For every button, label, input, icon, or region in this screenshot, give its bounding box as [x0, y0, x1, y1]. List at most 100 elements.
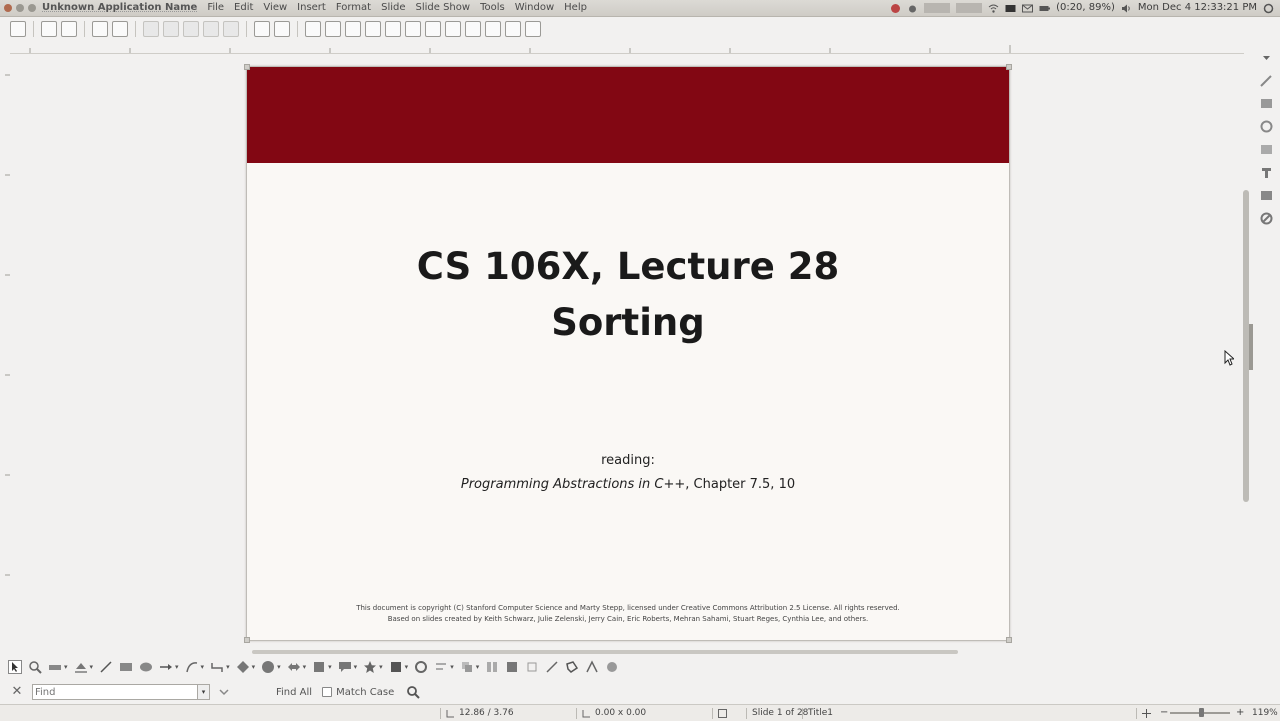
dropdown-arrow-icon[interactable]: ▾ [354, 663, 358, 671]
fill-color-icon[interactable] [74, 660, 88, 674]
dropdown-arrow-icon[interactable]: ▾ [90, 663, 94, 671]
menu-slide-show[interactable]: Slide Show [416, 0, 471, 16]
animation-icon[interactable] [1259, 119, 1274, 134]
arrow-line-icon[interactable] [159, 660, 173, 674]
window-controls[interactable] [4, 4, 36, 12]
menu-edit[interactable]: Edit [234, 0, 253, 16]
fit-slide-icon[interactable] [1142, 709, 1151, 718]
resize-handle[interactable] [244, 64, 250, 70]
close-window-icon[interactable] [4, 4, 12, 12]
block-arrows-icon[interactable] [287, 660, 301, 674]
paw-icon[interactable] [907, 3, 918, 14]
menu-slide[interactable]: Slide [381, 0, 405, 16]
grid-icon[interactable] [305, 21, 321, 37]
curve-tool-icon[interactable] [185, 660, 199, 674]
minimize-window-icon[interactable] [16, 4, 24, 12]
slide-show-icon[interactable] [525, 21, 541, 37]
line-tool-icon[interactable] [99, 660, 113, 674]
connector-icon[interactable] [210, 660, 224, 674]
dropdown-arrow-icon[interactable]: ▾ [252, 663, 256, 671]
align-icon[interactable] [434, 660, 448, 674]
tray-indicator-2[interactable] [956, 3, 983, 13]
sidebar-deck-handle[interactable] [1249, 324, 1253, 370]
new-document-icon[interactable] [10, 21, 26, 37]
distribute-icon[interactable] [485, 660, 499, 674]
3d-objects-icon[interactable] [389, 660, 403, 674]
dropdown-arrow-icon[interactable]: ▾ [277, 663, 281, 671]
gallery-icon[interactable] [1259, 188, 1274, 203]
find-replace-dialog-icon[interactable] [406, 685, 420, 699]
dropdown-arrow-icon[interactable]: ▾ [328, 663, 332, 671]
shadow-icon[interactable] [505, 660, 519, 674]
tray-indicator-1[interactable] [924, 3, 951, 13]
menu-file[interactable]: File [207, 0, 224, 16]
record-icon[interactable] [890, 3, 901, 14]
media-icon[interactable] [425, 21, 441, 37]
basic-shapes-icon[interactable] [236, 660, 250, 674]
zoom-in-icon[interactable]: + [1236, 705, 1244, 721]
toggle-point-edit-icon[interactable] [545, 660, 559, 674]
print-icon[interactable] [112, 21, 128, 37]
dropdown-arrow-icon[interactable]: ▾ [303, 663, 307, 671]
record-icon-toolbar[interactable] [445, 21, 461, 37]
find-replace-icon[interactable] [254, 21, 270, 37]
slide-title[interactable]: CS 106X, Lecture 28 Sorting [247, 239, 1009, 351]
redo-icon[interactable] [223, 21, 239, 37]
fontwork-icon[interactable] [585, 660, 599, 674]
dropdown-arrow-icon[interactable]: ▾ [64, 663, 68, 671]
sidebar-menu-icon[interactable] [1259, 50, 1274, 65]
find-next-icon[interactable] [218, 686, 230, 698]
paste-icon[interactable] [183, 21, 199, 37]
resize-handle[interactable] [1006, 64, 1012, 70]
menu-format[interactable]: Format [336, 0, 371, 16]
edit-file-icon[interactable] [92, 21, 108, 37]
hyperlink-icon[interactable] [505, 21, 521, 37]
horizontal-scrollbar[interactable] [252, 650, 958, 654]
menu-tools[interactable]: Tools [480, 0, 505, 16]
volume-icon[interactable] [1121, 3, 1132, 14]
polygon-points-icon[interactable] [565, 660, 579, 674]
dropdown-arrow-icon[interactable]: ▾ [175, 663, 179, 671]
clock[interactable]: Mon Dec 4 12:33:21 PM [1138, 0, 1257, 16]
dropdown-arrow-icon[interactable]: ▾ [476, 663, 480, 671]
master-slides-icon[interactable] [1259, 142, 1274, 157]
battery-icon[interactable] [1039, 3, 1051, 14]
navigator-icon[interactable] [1259, 211, 1274, 226]
match-case-checkbox[interactable] [322, 687, 333, 697]
document-modified-icon[interactable] [718, 709, 727, 718]
rectangle-tool-icon[interactable] [119, 660, 133, 674]
rotate-icon[interactable] [414, 660, 428, 674]
menu-help[interactable]: Help [564, 0, 587, 16]
menu-insert[interactable]: Insert [297, 0, 326, 16]
display-views-icon[interactable] [325, 21, 341, 37]
extrusion-icon[interactable] [605, 660, 619, 674]
dropdown-arrow-icon[interactable]: ▾ [226, 663, 230, 671]
text-box-icon[interactable] [465, 21, 481, 37]
copy-icon[interactable] [163, 21, 179, 37]
menu-view[interactable]: View [263, 0, 287, 16]
properties-icon[interactable] [1259, 73, 1274, 88]
dropdown-arrow-icon[interactable]: ▾ [379, 663, 383, 671]
save-icon[interactable] [61, 21, 77, 37]
dropdown-arrow-icon[interactable]: ▾ [450, 663, 454, 671]
spellcheck-icon[interactable] [274, 21, 290, 37]
dropdown-arrow-icon[interactable]: ▾ [201, 663, 205, 671]
find-all-button[interactable]: Find All [276, 687, 312, 698]
zoom-slider-knob[interactable] [1199, 708, 1204, 717]
find-history-dropdown[interactable]: ▾ [198, 684, 210, 700]
zoom-level[interactable]: 119% [1252, 705, 1278, 721]
image-icon[interactable] [345, 21, 361, 37]
stars-icon[interactable] [363, 660, 377, 674]
dropdown-arrow-icon[interactable]: ▾ [405, 663, 409, 671]
insert-table-icon[interactable] [405, 21, 421, 37]
line-color-icon[interactable] [48, 660, 62, 674]
resize-handle[interactable] [1006, 637, 1012, 643]
crop-icon[interactable] [525, 660, 539, 674]
flowchart-icon[interactable] [312, 660, 326, 674]
undo-icon[interactable] [203, 21, 219, 37]
special-character-icon[interactable] [485, 21, 501, 37]
resize-handle[interactable] [244, 637, 250, 643]
power-gear-icon[interactable] [1263, 3, 1274, 14]
wifi-icon[interactable] [988, 3, 999, 14]
ellipse-tool-icon[interactable] [139, 660, 153, 674]
